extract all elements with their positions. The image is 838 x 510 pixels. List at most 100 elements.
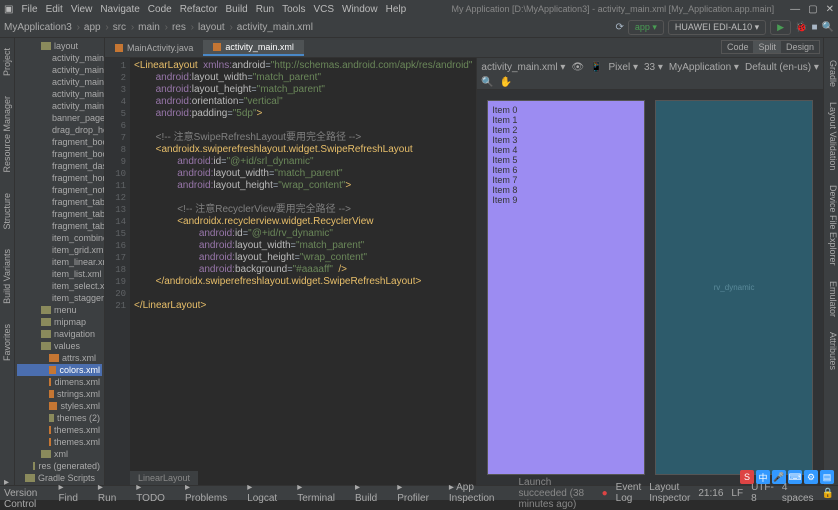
view-split[interactable]: Split xyxy=(753,41,781,53)
eye-icon[interactable]: 👁 xyxy=(571,62,584,73)
tree-item[interactable]: attrs.xml xyxy=(17,352,102,364)
tool-attributes[interactable]: Attributes xyxy=(823,332,838,370)
editor-tab[interactable]: MainActivity.java xyxy=(105,41,203,55)
crumb[interactable]: layout xyxy=(198,22,233,33)
status-tool-version-control[interactable]: ▸ Version Control xyxy=(4,477,38,510)
tree-item[interactable]: themes (2) xyxy=(17,412,102,424)
tree-item[interactable]: fragment_tab_th xyxy=(17,220,102,232)
line-sep[interactable]: LF xyxy=(731,488,743,499)
tree-item[interactable]: dimens.xml xyxy=(17,376,102,388)
tool-structure[interactable]: Structure xyxy=(2,193,12,230)
api-dd[interactable]: 33 ▾ xyxy=(644,62,663,73)
editor-tab[interactable]: activity_main.xml xyxy=(203,40,304,56)
menu-window[interactable]: Window xyxy=(342,4,378,15)
status-tool-logcat[interactable]: ▸ Logcat xyxy=(247,482,277,504)
view-design[interactable]: Design xyxy=(781,41,819,53)
tree-item[interactable]: fragment_notific xyxy=(17,184,102,196)
menu-tools[interactable]: Tools xyxy=(282,4,305,15)
status-tool-find[interactable]: ▸ Find xyxy=(58,482,77,504)
theme-dd[interactable]: MyApplication ▾ xyxy=(669,62,739,73)
minimize-icon[interactable]: — xyxy=(790,4,800,15)
tree-item[interactable]: mipmap xyxy=(17,316,102,328)
event-log[interactable]: Event Log xyxy=(616,482,642,504)
tree-item[interactable]: values xyxy=(17,340,102,352)
tree-item[interactable]: colors.xml xyxy=(17,364,102,376)
tree-item[interactable]: item_combine.xm xyxy=(17,232,102,244)
tool-resource-manager[interactable]: Resource Manager xyxy=(2,96,12,173)
run-button[interactable]: ▶ xyxy=(770,20,791,35)
tool-device-file-explorer[interactable]: Device File Explorer xyxy=(823,185,838,266)
locale-dd[interactable]: Default (en-us) ▾ xyxy=(745,62,819,73)
tree-item[interactable]: res (generated) xyxy=(17,460,102,472)
tree-item[interactable]: activity_main3.x xyxy=(17,76,102,88)
status-tool-problems[interactable]: ▸ Problems xyxy=(185,482,227,504)
tree-item[interactable]: fragment_book_ xyxy=(17,136,102,148)
crumb[interactable]: res xyxy=(172,22,194,33)
tree-item[interactable]: xml xyxy=(17,448,102,460)
crumb[interactable]: app xyxy=(84,22,109,33)
menu-vcs[interactable]: VCS xyxy=(313,4,334,15)
tree-item[interactable]: drag_drop_head xyxy=(17,124,102,136)
menu-run[interactable]: Run xyxy=(256,4,274,15)
layout-inspector[interactable]: Layout Inspector xyxy=(649,482,690,504)
tree-item[interactable]: item_linear.xml xyxy=(17,256,102,268)
tree-item[interactable]: item_staggered xyxy=(17,292,102,304)
tree-item[interactable]: fragment_dashb xyxy=(17,160,102,172)
pan-icon[interactable]: ✋ xyxy=(500,77,512,88)
zoom-icon[interactable]: 🔍 xyxy=(481,77,493,88)
view-code[interactable]: Code xyxy=(722,41,754,53)
lock-icon[interactable]: 🔒 xyxy=(822,488,834,499)
status-tool-build[interactable]: ▸ Build xyxy=(355,482,377,504)
tree-item[interactable]: item_list.xml xyxy=(17,268,102,280)
blueprint-preview[interactable]: rv_dynamic xyxy=(655,100,813,475)
tree-item[interactable]: item_select.xml xyxy=(17,280,102,292)
indent[interactable]: 4 spaces xyxy=(782,482,814,504)
debug-icon[interactable]: 🐞 xyxy=(795,22,807,33)
menu-build[interactable]: Build xyxy=(225,4,247,15)
tool-favorites[interactable]: Favorites xyxy=(2,324,12,361)
tree-item[interactable]: fragment_book_ xyxy=(17,148,102,160)
tool-gradle[interactable]: Gradle xyxy=(823,60,838,87)
menu-navigate[interactable]: Navigate xyxy=(100,4,139,15)
tool-emulator[interactable]: Emulator xyxy=(823,281,838,317)
close-icon[interactable]: ✕ xyxy=(826,4,834,15)
orientation-icon[interactable]: 📱 xyxy=(590,62,602,73)
layout-breadcrumb[interactable]: LinearLayout xyxy=(130,471,198,485)
search-icon[interactable]: 🔍 xyxy=(822,22,834,33)
tool-project[interactable]: Project xyxy=(2,48,12,76)
menu-refactor[interactable]: Refactor xyxy=(180,4,218,15)
device-select[interactable]: HUAWEI EDI-AL10 ▾ xyxy=(668,20,766,35)
status-tool-run[interactable]: ▸ Run xyxy=(98,482,116,504)
tree-item[interactable]: item_grid.xml xyxy=(17,244,102,256)
stop-icon[interactable]: ■ xyxy=(812,22,818,33)
breadcrumb[interactable]: MyApplication3appsrcmainreslayoutactivit… xyxy=(4,22,313,33)
design-preview[interactable]: Item 0Item 1Item 2Item 3Item 4Item 5Item… xyxy=(487,100,645,475)
status-tool-todo[interactable]: ▸ TODO xyxy=(136,482,165,504)
code-editor[interactable]: 123456789101112131415161718192021 <Linea… xyxy=(105,58,476,485)
status-tool-terminal[interactable]: ▸ Terminal xyxy=(297,482,335,504)
status-tool-profiler[interactable]: ▸ Profiler xyxy=(397,482,429,504)
tree-item[interactable]: navigation xyxy=(17,328,102,340)
tree-item[interactable]: strings.xml xyxy=(17,388,102,400)
menu-help[interactable]: Help xyxy=(386,4,407,15)
tree-item[interactable]: activity_main5.x xyxy=(17,100,102,112)
menu-edit[interactable]: Edit xyxy=(46,4,63,15)
tree-item[interactable]: fragment_tab_fi xyxy=(17,196,102,208)
tree-item[interactable]: styles.xml xyxy=(17,400,102,412)
code-content[interactable]: <LinearLayout xmlns:android="http://sche… xyxy=(130,58,476,485)
tree-item[interactable]: banner_pager.xm xyxy=(17,112,102,124)
tree-item[interactable]: activity_main2.x xyxy=(17,64,102,76)
crumb[interactable]: src xyxy=(113,22,134,33)
crumb[interactable]: activity_main.xml xyxy=(237,22,313,33)
tree-item[interactable]: themes.xml xyxy=(17,424,102,436)
status-tool-app-inspection[interactable]: ▸ App Inspection xyxy=(449,482,495,504)
tree-item[interactable]: fragment_home xyxy=(17,172,102,184)
sync-icon[interactable]: ⟳ xyxy=(615,22,623,33)
tree-item[interactable]: activity_main.x xyxy=(17,52,102,64)
menu-view[interactable]: View xyxy=(71,4,93,15)
crumb[interactable]: main xyxy=(138,22,168,33)
tool-build-variants[interactable]: Build Variants xyxy=(2,249,12,304)
design-file[interactable]: activity_main.xml ▾ xyxy=(481,62,565,73)
encoding[interactable]: UTF-8 xyxy=(751,482,774,504)
tree-item[interactable]: activity_main4.x xyxy=(17,88,102,100)
